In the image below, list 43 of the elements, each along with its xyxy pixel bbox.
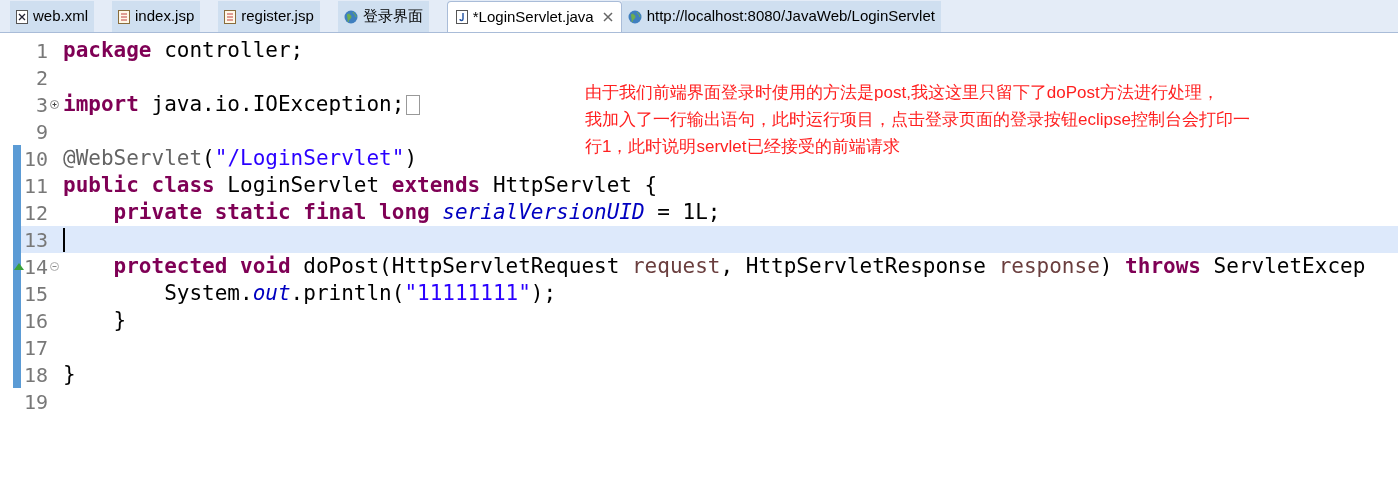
line-number: 2: [35, 64, 48, 92]
close-icon[interactable]: [602, 12, 613, 22]
line-number: 12: [23, 199, 48, 227]
line-number: 16: [23, 307, 48, 335]
code-line: }: [112, 310, 127, 331]
annotation-text: 行1，此时说明servlet已经接受的前端请求: [585, 136, 901, 158]
text-cursor: [63, 227, 65, 252]
line-number: 14: [23, 253, 48, 281]
file-icon: [224, 9, 237, 24]
globe-icon: [627, 9, 642, 24]
line-number: 19: [23, 388, 48, 416]
annotation-text: 我加入了一行输出语句，此时运行项目，点击登录页面的登录按钮eclipse控制台会打印一: [585, 109, 1250, 131]
line-number: 18: [23, 361, 48, 389]
collapse-icon[interactable]: [50, 262, 59, 271]
globe-icon: [343, 9, 358, 24]
folded-code-marker[interactable]: [406, 94, 421, 115]
line-number: 10: [23, 145, 48, 173]
line-number: 15: [23, 280, 48, 308]
line-number: 3: [35, 91, 48, 119]
editor-tab[interactable]: 登录界面: [337, 1, 429, 32]
code-line: public class LoginServlet extends HttpServlet {: [63, 175, 658, 196]
java-file-icon: [455, 10, 468, 24]
code-line: System.out.println("11111111");: [163, 283, 557, 304]
editor-tab[interactable]: http://localhost:8080/JavaWeb/LoginServlet: [621, 1, 941, 32]
editor-tab[interactable]: register.jsp: [218, 1, 320, 32]
line-number: 1: [35, 37, 48, 65]
code-line: @WebServlet("/LoginServlet"): [63, 148, 418, 169]
code-line: package controller;: [63, 40, 304, 61]
line-number: 11: [23, 172, 48, 200]
annotation-text: 由于我们前端界面登录时使用的方法是post,我这这里只留下了doPost方法进行处理，: [585, 82, 1220, 104]
xml-file-icon: [16, 9, 28, 24]
expand-icon[interactable]: [50, 100, 59, 109]
editor-tab[interactable]: *LoginServlet.java: [446, 1, 622, 32]
code-line: import java.io.IOException;: [63, 94, 405, 115]
code-line: private static final long serialVersionUID = 1L;: [112, 202, 721, 223]
line-number: 17: [23, 334, 48, 362]
line-number: 13: [23, 226, 48, 254]
code-line: protected void doPost(HttpServletRequest request, HttpServletResponse response) throws ServletExcep: [112, 256, 1366, 277]
file-icon: [118, 9, 130, 24]
editor-tab[interactable]: web.xml: [10, 1, 94, 32]
editor-tab[interactable]: index.jsp: [112, 1, 201, 32]
line-number: 9: [35, 118, 48, 146]
code-line: }: [63, 364, 76, 385]
